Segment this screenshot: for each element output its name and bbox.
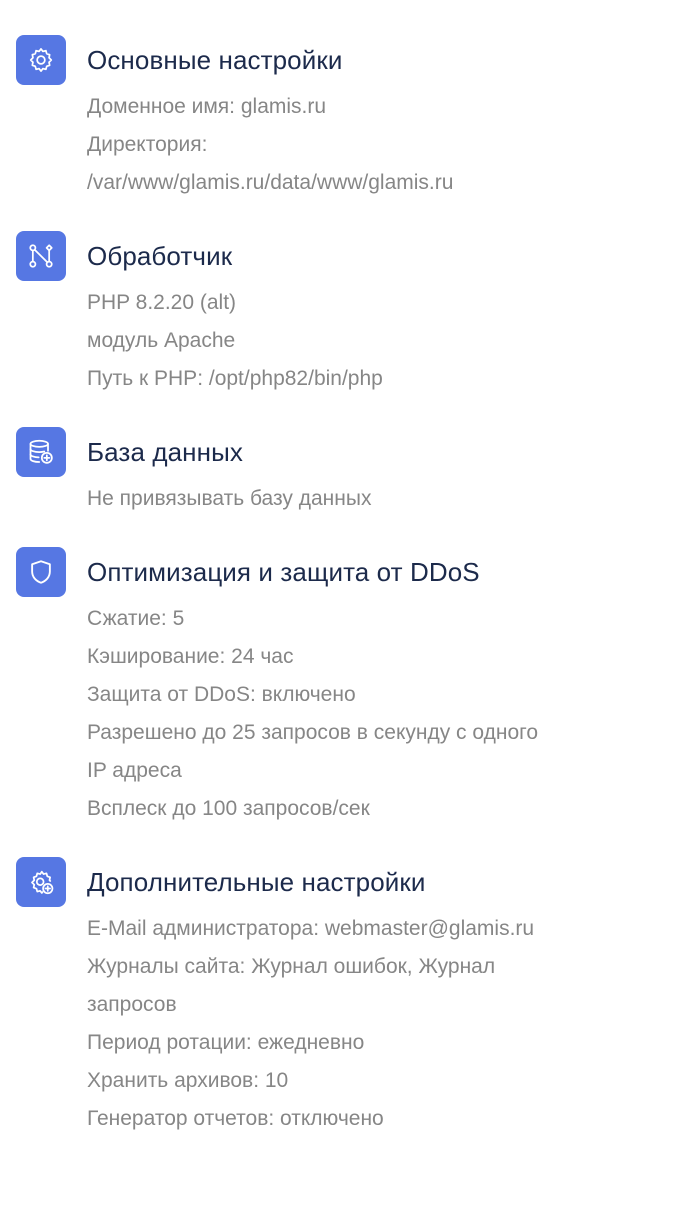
detail-line: модуль Apache <box>87 329 236 352</box>
detail-line: Разрешено до 25 запросов в секунду с одн… <box>87 721 539 744</box>
detail-line: Журналы сайта: Журнал ошибок, Журнал <box>87 955 496 978</box>
section-title: Оптимизация и защита от DDoS <box>87 557 480 587</box>
flow-branch-icon <box>16 231 66 281</box>
section-title: База данных <box>87 437 243 467</box>
gear-icon <box>16 35 66 85</box>
detail-line: Директория: <box>87 133 208 156</box>
detail-line: Путь к PHP: /opt/php82/bin/php <box>87 367 383 390</box>
detail-line: Всплеск до 100 запросов/сек <box>87 797 370 820</box>
gear-add-icon <box>16 857 66 907</box>
detail-line: PHP 8.2.20 (alt) <box>87 291 237 314</box>
section-title: Основные настройки <box>87 45 343 75</box>
detail-line: Хранить архивов: 10 <box>87 1069 289 1092</box>
detail-line: Защита от DDoS: включено <box>87 683 356 706</box>
section-details: Не привязывать базу данных <box>87 480 647 518</box>
database-add-icon <box>16 427 66 477</box>
section-title: Обработчик <box>87 241 233 271</box>
section-details: Доменное имя: glamis.ru Директория: /var… <box>87 88 647 202</box>
detail-line: запросов <box>87 993 177 1016</box>
detail-line: IP адреса <box>87 759 182 782</box>
section-details: E-Mail администратора: webmaster@glamis.… <box>87 910 647 1138</box>
detail-line: Доменное имя: glamis.ru <box>87 95 327 118</box>
section-title: Дополнительные настройки <box>87 867 426 897</box>
detail-line: E-Mail администратора: webmaster@glamis.… <box>87 917 535 940</box>
section-details: Сжатие: 5 Кэширование: 24 час Защита от … <box>87 600 647 828</box>
detail-line: Не привязывать базу данных <box>87 487 372 510</box>
shield-icon <box>16 547 66 597</box>
detail-line: Кэширование: 24 час <box>87 645 294 668</box>
detail-line: Сжатие: 5 <box>87 607 185 630</box>
section-details: PHP 8.2.20 (alt) модуль Apache Путь к PH… <box>87 284 647 398</box>
detail-line: Период ротации: ежедневно <box>87 1031 365 1054</box>
detail-line: Генератор отчетов: отключено <box>87 1107 384 1130</box>
detail-line: /var/www/glamis.ru/data/www/glamis.ru <box>87 171 454 194</box>
